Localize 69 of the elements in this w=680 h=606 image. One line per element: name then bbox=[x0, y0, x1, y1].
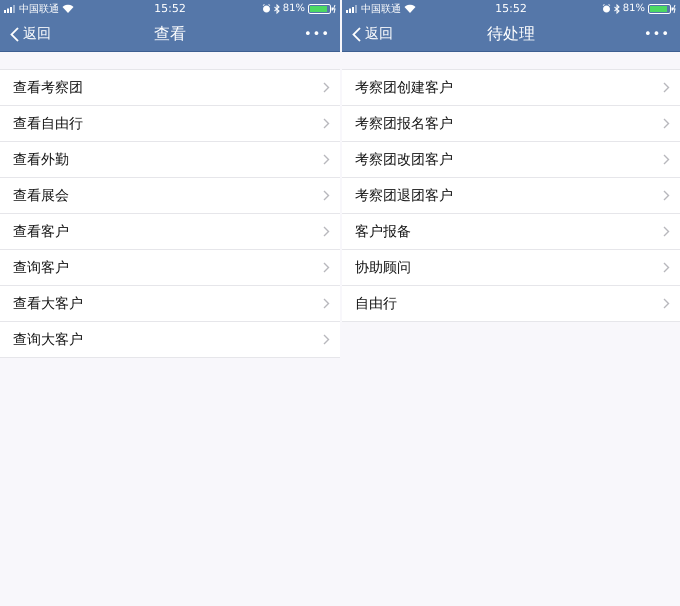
item-label: 考察团创建客户 bbox=[355, 78, 453, 96]
alarm-icon bbox=[262, 4, 271, 13]
back-chevron-icon bbox=[10, 26, 19, 42]
list-item[interactable]: 协助顾问 bbox=[342, 250, 680, 286]
item-label: 查看自由行 bbox=[13, 114, 83, 132]
item-label: 客户报备 bbox=[355, 222, 411, 240]
list-item[interactable]: 查看大客户 bbox=[0, 286, 340, 322]
battery-percent: 81% bbox=[622, 3, 645, 14]
list-item[interactable]: 考察团报名客户 bbox=[342, 106, 680, 142]
chevron-right-icon bbox=[323, 190, 330, 201]
more-button[interactable]: ••• bbox=[304, 26, 330, 42]
list-item[interactable]: 查看外勤 bbox=[0, 142, 340, 178]
chevron-right-icon bbox=[663, 190, 670, 201]
item-label: 协助顾问 bbox=[355, 258, 411, 276]
item-label: 查看大客户 bbox=[13, 294, 83, 312]
item-label: 查询大客户 bbox=[13, 330, 83, 348]
item-label: 考察团改团客户 bbox=[355, 150, 453, 168]
status-time: 15:52 bbox=[154, 2, 186, 15]
item-label: 查看考察团 bbox=[13, 78, 83, 96]
battery-icon bbox=[648, 4, 676, 14]
chevron-right-icon bbox=[323, 118, 330, 129]
item-label: 考察团退团客户 bbox=[355, 186, 453, 204]
list-item[interactable]: 查看展会 bbox=[0, 178, 340, 214]
battery-icon bbox=[308, 4, 336, 14]
bluetooth-icon bbox=[614, 4, 620, 14]
status-time: 15:52 bbox=[495, 2, 527, 15]
chevron-right-icon bbox=[663, 118, 670, 129]
chevron-right-icon bbox=[323, 334, 330, 345]
item-label: 考察团报名客户 bbox=[355, 114, 453, 132]
item-label: 查看展会 bbox=[13, 186, 69, 204]
page-title: 查看 bbox=[154, 24, 186, 44]
item-label: 查看外勤 bbox=[13, 150, 69, 168]
chevron-right-icon bbox=[663, 82, 670, 93]
chevron-right-icon bbox=[663, 154, 670, 165]
chevron-right-icon bbox=[663, 226, 670, 237]
item-label: 自由行 bbox=[355, 294, 397, 312]
list-item[interactable]: 考察团创建客户 bbox=[342, 70, 680, 106]
list-item[interactable]: 查看客户 bbox=[0, 214, 340, 250]
battery-percent: 81% bbox=[282, 3, 305, 14]
list-item[interactable]: 自由行 bbox=[342, 286, 680, 322]
chevron-right-icon bbox=[663, 262, 670, 273]
list-item[interactable]: 查询客户 bbox=[0, 250, 340, 286]
carrier-name: 中国联通 bbox=[19, 2, 59, 16]
chevron-right-icon bbox=[323, 82, 330, 93]
list-item[interactable]: 查看考察团 bbox=[0, 70, 340, 106]
signal-icon bbox=[346, 4, 358, 12]
list-item[interactable]: 客户报备 bbox=[342, 214, 680, 250]
wifi-icon bbox=[404, 4, 416, 13]
list-item[interactable]: 考察团改团客户 bbox=[342, 142, 680, 178]
bluetooth-icon bbox=[274, 4, 280, 14]
chevron-right-icon bbox=[323, 262, 330, 273]
list-item[interactable]: 查询大客户 bbox=[0, 322, 340, 358]
wifi-icon bbox=[62, 4, 74, 13]
chevron-right-icon bbox=[663, 298, 670, 309]
carrier-name: 中国联通 bbox=[361, 2, 401, 16]
item-label: 查看客户 bbox=[13, 222, 69, 240]
chevron-right-icon bbox=[323, 154, 330, 165]
chevron-right-icon bbox=[323, 226, 330, 237]
chevron-right-icon bbox=[323, 298, 330, 309]
alarm-icon bbox=[602, 4, 611, 13]
page-title: 待处理 bbox=[487, 24, 535, 44]
list-item[interactable]: 考察团退团客户 bbox=[342, 178, 680, 214]
back-button[interactable]: 返回 bbox=[10, 25, 51, 43]
more-button[interactable]: ••• bbox=[644, 26, 670, 42]
item-label: 查询客户 bbox=[13, 258, 69, 276]
signal-icon bbox=[4, 4, 16, 12]
list-item[interactable]: 查看自由行 bbox=[0, 106, 340, 142]
back-chevron-icon bbox=[352, 26, 361, 42]
back-button[interactable]: 返回 bbox=[352, 25, 393, 43]
